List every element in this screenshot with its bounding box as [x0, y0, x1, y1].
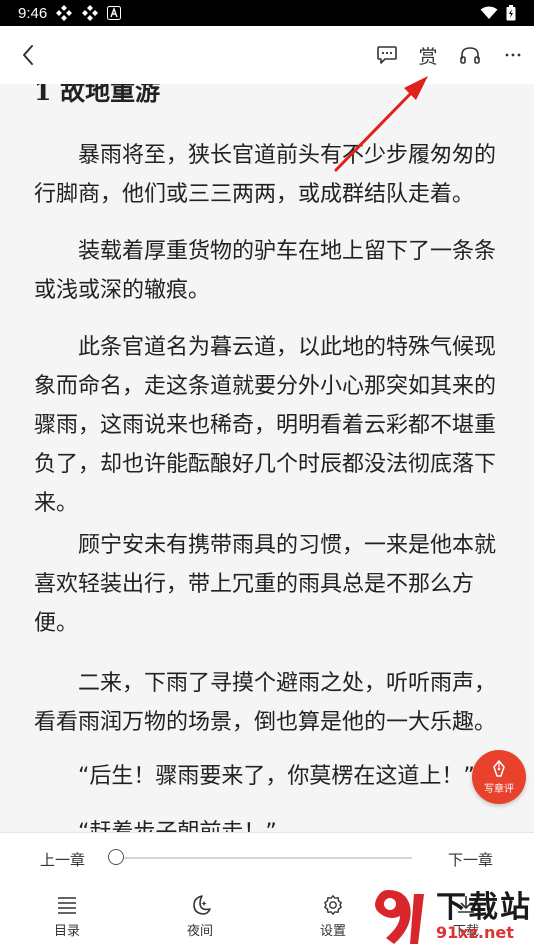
- watermark-logo-icon: [375, 890, 424, 944]
- listen-button[interactable]: [455, 26, 485, 84]
- paragraph: “后生！骤雨要来了，你莫楞在这道上！”: [78, 764, 475, 789]
- watermark-text: 下载站 91xz.net: [436, 892, 532, 942]
- prev-chapter-button[interactable]: 上一章: [40, 849, 85, 870]
- status-bar: 9:46: [0, 0, 534, 26]
- pen-icon: [493, 760, 505, 777]
- paragraph: 顾宁安未有携带雨具的习惯，一来是他本就喜欢轻装出行，带上冗重的雨具总是不那么方便…: [34, 533, 497, 636]
- chapter-title: 1 故地重游: [34, 84, 161, 106]
- paragraph: 暴雨将至，狭长官道前头有不少步履匆匆的行脚商，他们或三三两两，或成群结队走着。: [34, 143, 497, 207]
- battery-icon: [506, 5, 516, 21]
- chapter-progress-bar: 上一章 下一章: [0, 832, 534, 885]
- status-right: [480, 5, 516, 21]
- nav-toc[interactable]: 目录: [37, 894, 97, 944]
- more-button[interactable]: [498, 26, 528, 84]
- a-badge-icon: [107, 6, 122, 20]
- progress-slider-thumb[interactable]: [108, 849, 124, 865]
- wifi-icon: [480, 6, 498, 19]
- write-comment-label: 写章评: [484, 784, 514, 795]
- reader-toolbar: 赏: [0, 26, 534, 84]
- next-chapter-button[interactable]: 下一章: [448, 849, 493, 870]
- paragraph: “赶着步子朝前走！”: [34, 813, 504, 832]
- watermark-title: 下载站: [436, 890, 532, 925]
- nav-night-mode[interactable]: 夜间: [170, 894, 230, 944]
- chevron-left-icon: [23, 45, 33, 65]
- reading-area[interactable]: 1 故地重游 暴雨将至，狭长官道前头有不少步履匆匆的行脚商，他们或三三两两，或成…: [0, 84, 534, 832]
- comments-button[interactable]: [372, 26, 402, 84]
- nav-night-label: 夜间: [186, 924, 213, 939]
- app-notification-icon: [56, 5, 73, 21]
- reward-button[interactable]: 赏: [412, 26, 444, 84]
- moon-icon: [193, 895, 211, 915]
- paragraph: 装载着厚重货物的驴车在地上留下了一条条或浅或深的辙痕。: [34, 239, 497, 303]
- more-dots-icon: [505, 53, 521, 57]
- nav-settings[interactable]: 设置: [303, 894, 363, 944]
- status-time: 9:46: [18, 4, 48, 22]
- nav-toc-label: 目录: [53, 924, 80, 939]
- paragraph: 此条官道名为暮云道，以此地的特殊气候现象而命名，走这条道就要分外小心那突如其来的…: [34, 335, 497, 516]
- progress-slider-track[interactable]: [116, 857, 412, 859]
- comment-icon: [377, 46, 397, 64]
- back-button[interactable]: [10, 26, 46, 84]
- gear-icon: [324, 895, 342, 915]
- headphones-icon: [460, 47, 480, 64]
- watermark-url: 91xz.net: [436, 923, 514, 942]
- app-notification-icon-2: [82, 5, 99, 21]
- paragraph: 二来，下雨了寻摸个避雨之处，听听雨声，看看雨润万物的场景，倒也算是他的一大乐趣。: [34, 671, 497, 735]
- list-icon: [58, 897, 76, 914]
- status-left: 9:46: [18, 4, 122, 22]
- write-comment-button[interactable]: 写章评: [472, 750, 526, 804]
- nav-settings-label: 设置: [319, 924, 346, 939]
- site-watermark: 下载站 91xz.net: [366, 884, 534, 950]
